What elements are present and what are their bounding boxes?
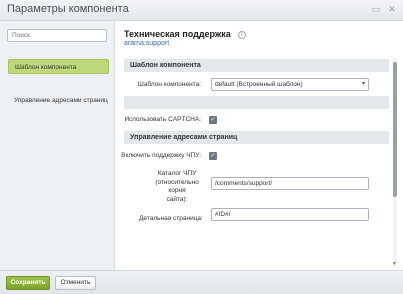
- template-select-value: default (Встроенный шаблон): [215, 81, 303, 88]
- save-button[interactable]: Сохранить: [6, 276, 50, 290]
- info-icon[interactable]: i: [237, 31, 246, 40]
- folder-label-line2: (относительно корня: [155, 178, 199, 195]
- folder-label: Каталог ЧПУ (относительно корня сайта):: [148, 170, 206, 204]
- component-id: arama:support: [124, 40, 170, 48]
- search-input[interactable]: [7, 29, 107, 42]
- folder-input[interactable]: /comments/support/: [211, 177, 369, 190]
- captcha-label: Использовать CAPTCHA:: [124, 116, 201, 123]
- window-titlebar: Параметры компонента ▭ ✕: [0, 0, 403, 21]
- folder-label-line3: сайта):: [166, 195, 188, 203]
- scrollbar-thumb[interactable]: [393, 62, 397, 197]
- sef-checkbox[interactable]: ✓: [209, 152, 217, 160]
- maximize-icon[interactable]: ▭: [370, 3, 382, 15]
- folder-label-line1: Каталог ЧПУ: [157, 170, 197, 177]
- template-label: Шаблон компонента:: [137, 81, 201, 88]
- close-icon[interactable]: ✕: [386, 3, 398, 15]
- dialog-footer: Сохранить Отменить: [0, 270, 403, 294]
- window-title: Параметры компонента: [7, 3, 129, 15]
- sef-label: Включить поддержку ЧПУ:: [121, 152, 201, 159]
- scroll-down-icon[interactable]: ▼: [392, 261, 397, 267]
- section-heading-urls: Управление адресами страниц: [124, 131, 389, 144]
- section-heading-template: Шаблон компонента: [124, 59, 389, 72]
- section-heading-blank: [124, 96, 389, 109]
- chevron-down-icon: ▾: [361, 81, 365, 87]
- template-select[interactable]: default (Встроенный шаблон) ▾: [211, 78, 369, 91]
- component-header: Техническая поддержка i arama:support: [124, 29, 246, 47]
- sidebar-item-template[interactable]: Шаблон компонента: [8, 59, 109, 74]
- sidebar-item-url-management[interactable]: Управление адресами страниц: [8, 93, 109, 108]
- cancel-button[interactable]: Отменить: [55, 276, 96, 290]
- captcha-checkbox[interactable]: ✓: [209, 116, 217, 124]
- component-title: Техническая поддержка: [124, 29, 231, 39]
- detail-input[interactable]: #ID#/: [211, 208, 369, 221]
- sidebar: Шаблон компонента Управление адресами ст…: [0, 21, 115, 270]
